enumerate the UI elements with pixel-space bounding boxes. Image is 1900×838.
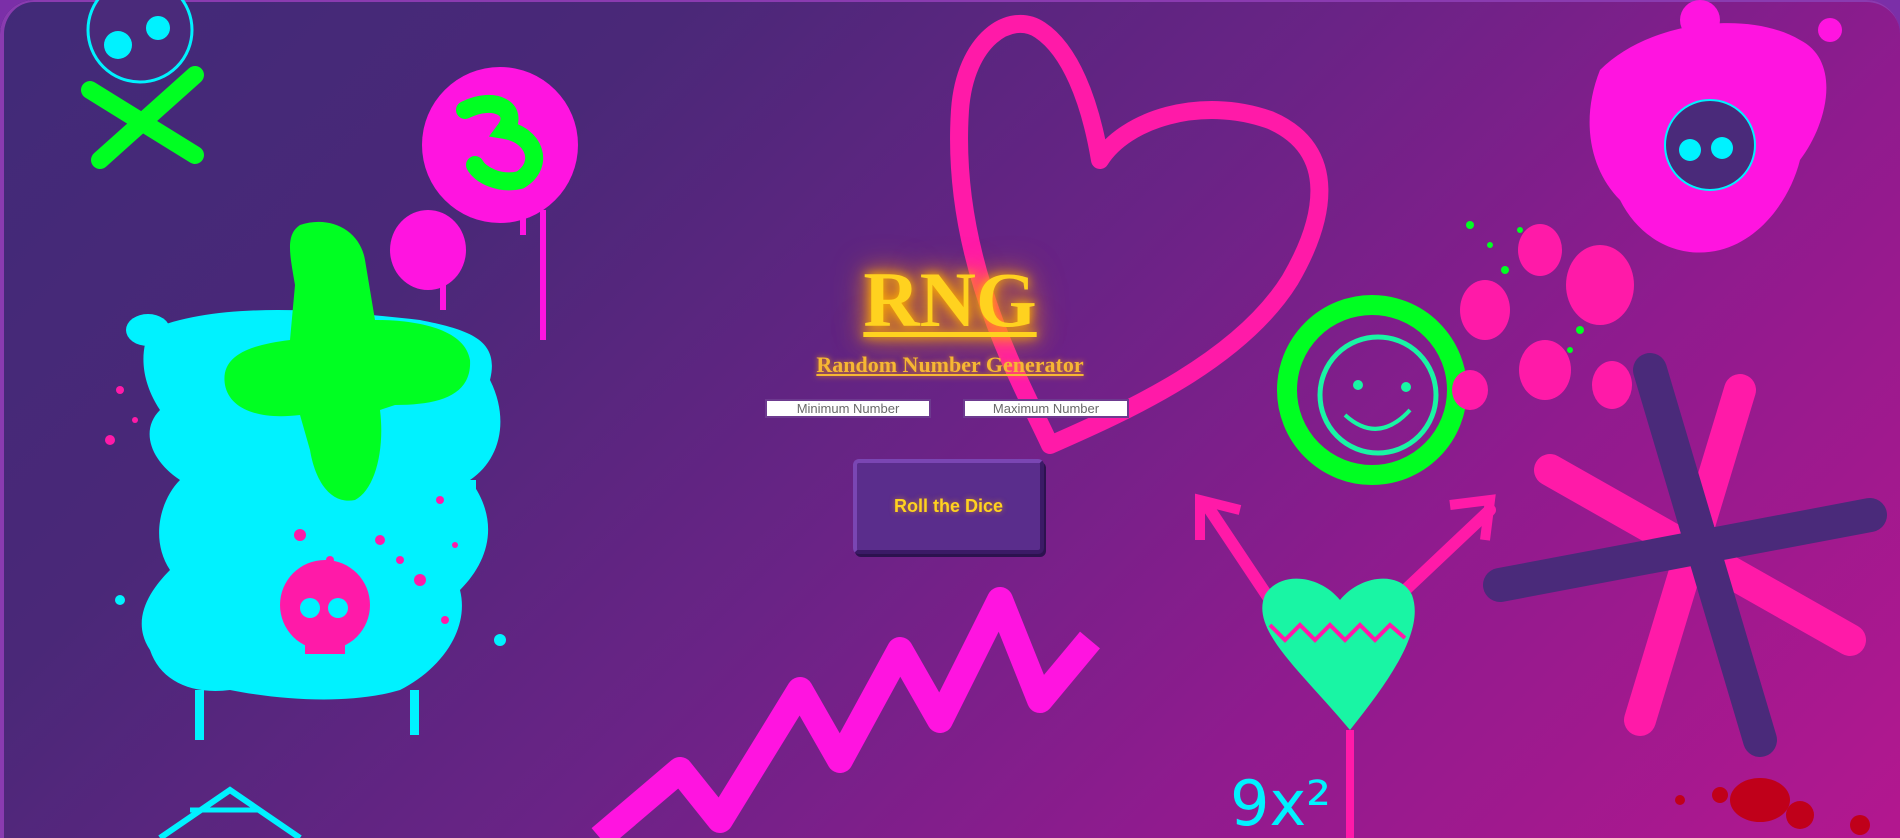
page-subtitle: Random Number Generator — [816, 352, 1084, 377]
roll-dice-button[interactable]: Roll the Dice — [853, 459, 1044, 554]
page-title: RNG — [863, 256, 1037, 343]
range-inputs — [0, 399, 1900, 421]
minimum-number-input[interactable] — [765, 399, 931, 418]
rng-app: RNG Random Number Generator Roll the Dic… — [0, 0, 1900, 838]
maximum-number-input[interactable] — [963, 399, 1129, 418]
page-background: 9x² RNG Random Number Generator Minimum … — [0, 0, 1900, 838]
